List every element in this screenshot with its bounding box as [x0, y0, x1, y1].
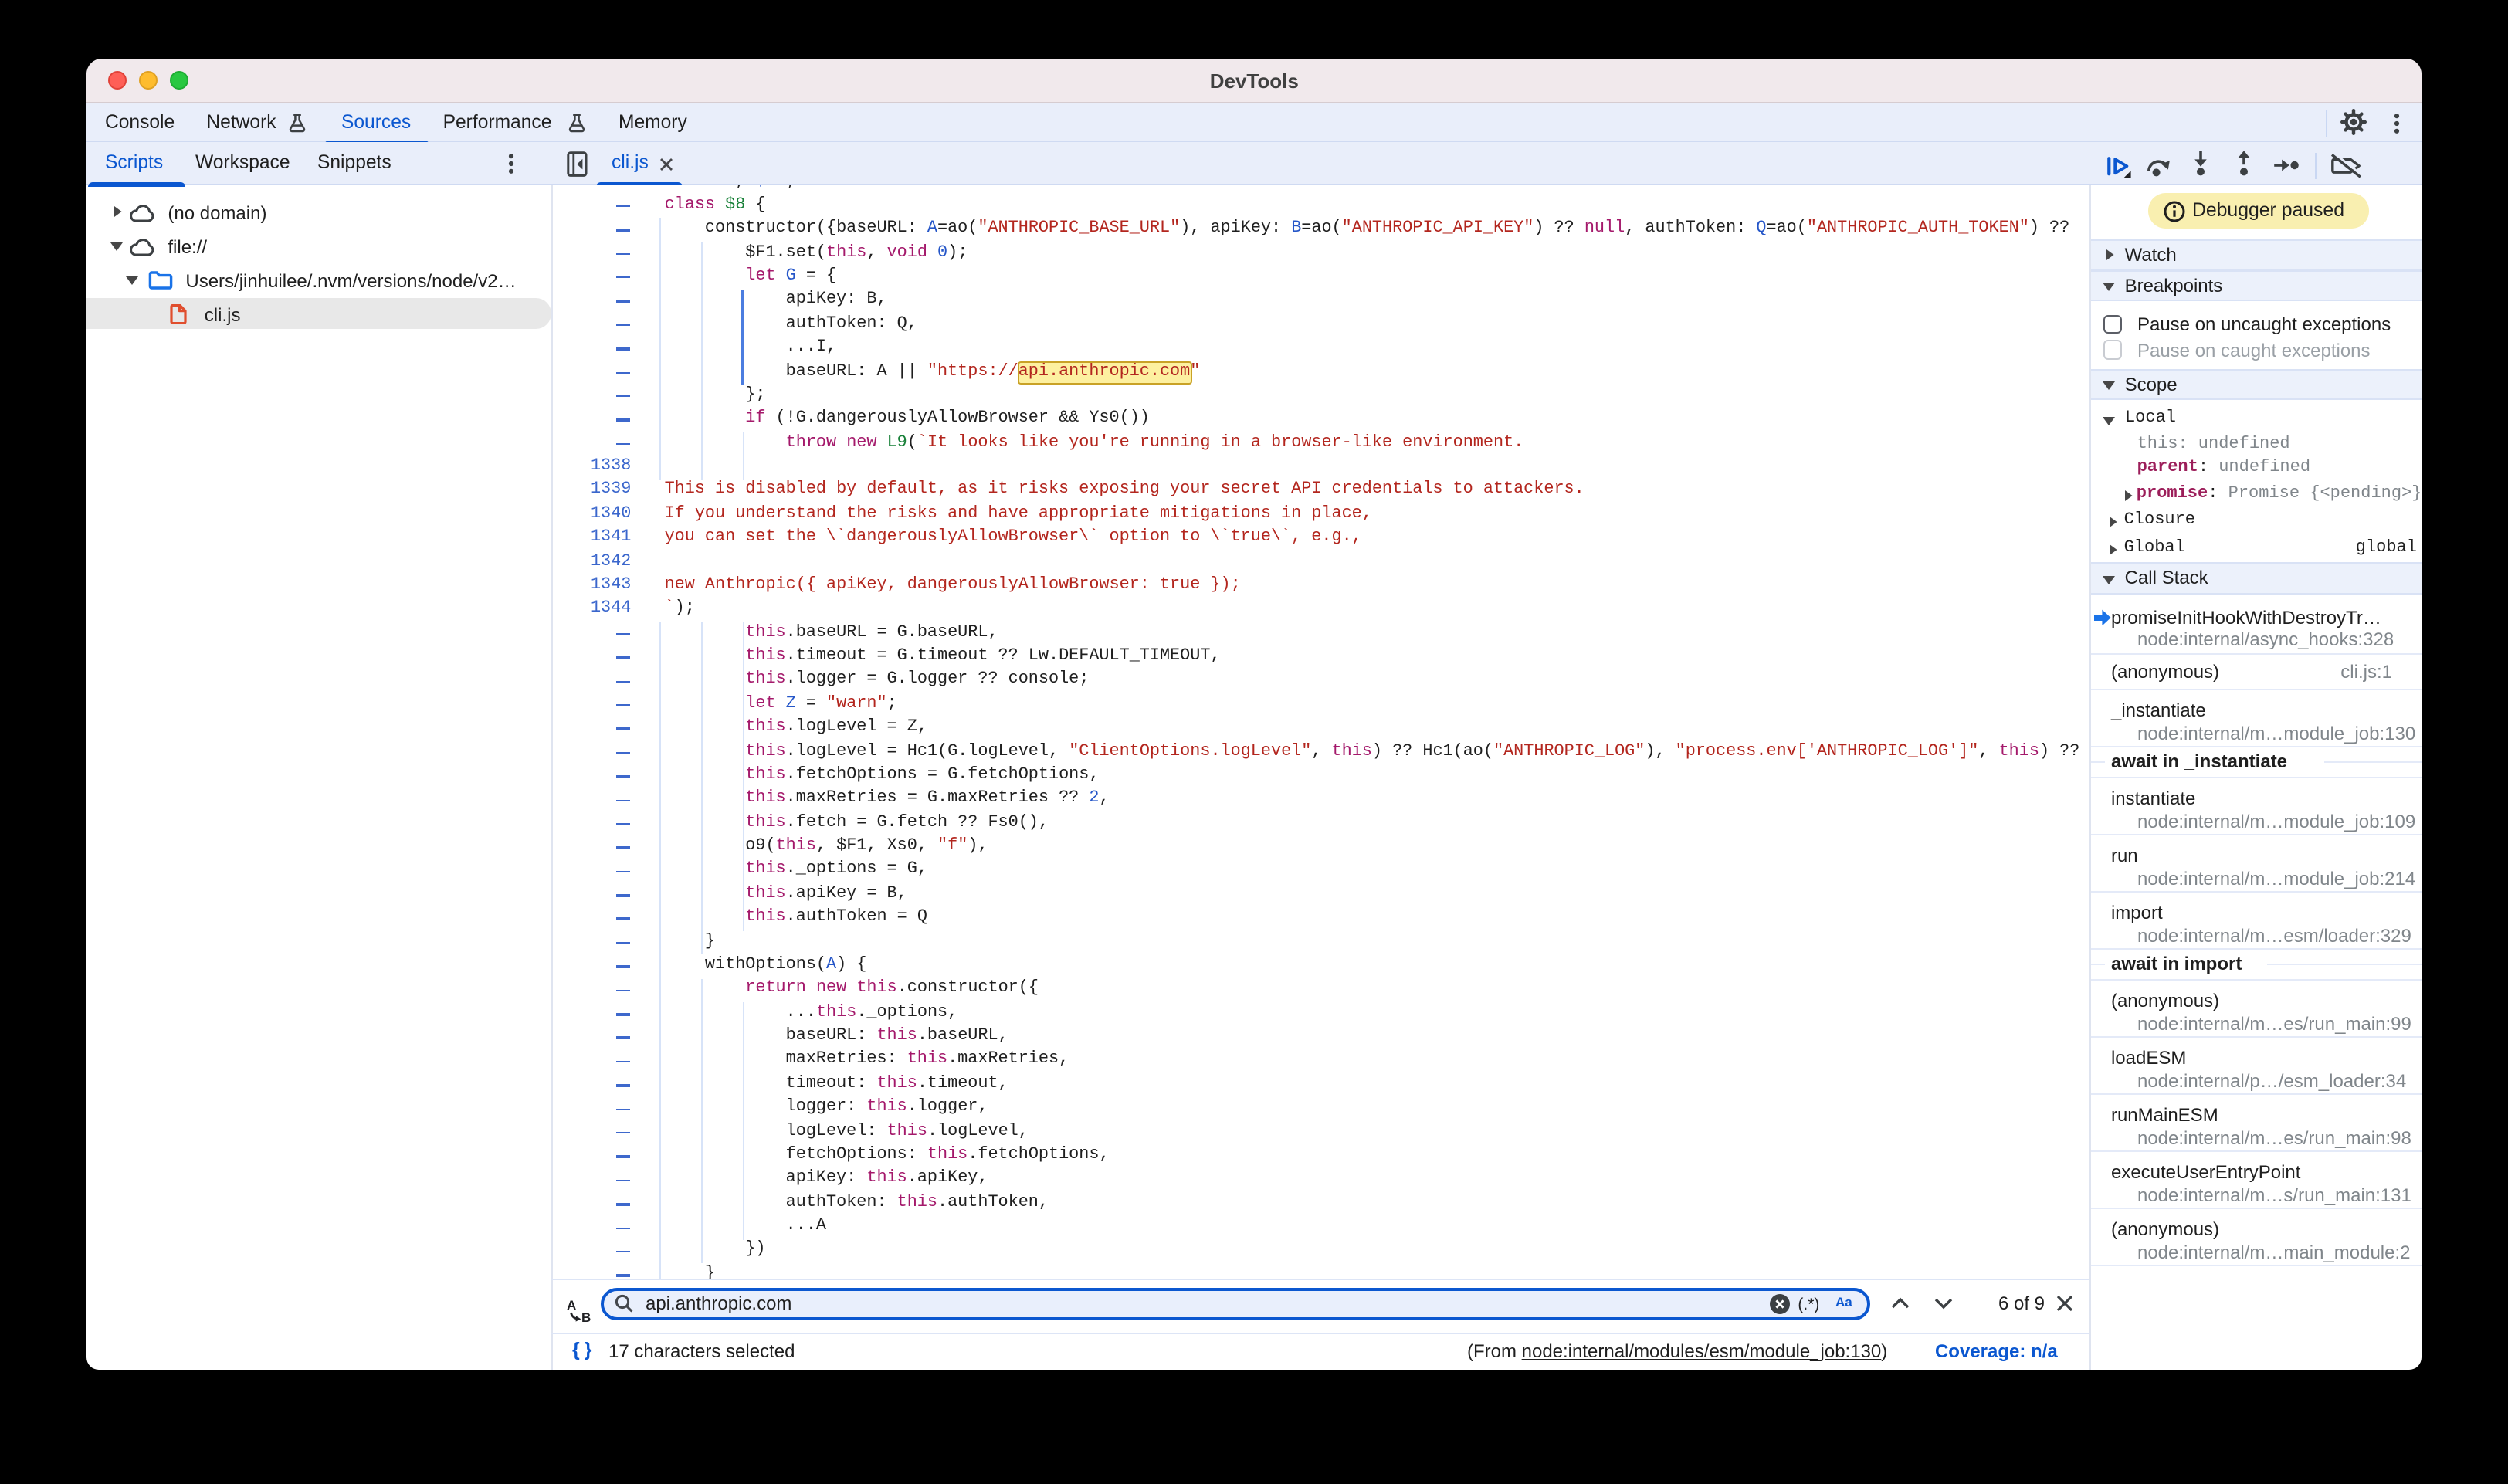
svg-text:A: A [567, 1299, 576, 1313]
svg-text:B: B [581, 1310, 591, 1323]
